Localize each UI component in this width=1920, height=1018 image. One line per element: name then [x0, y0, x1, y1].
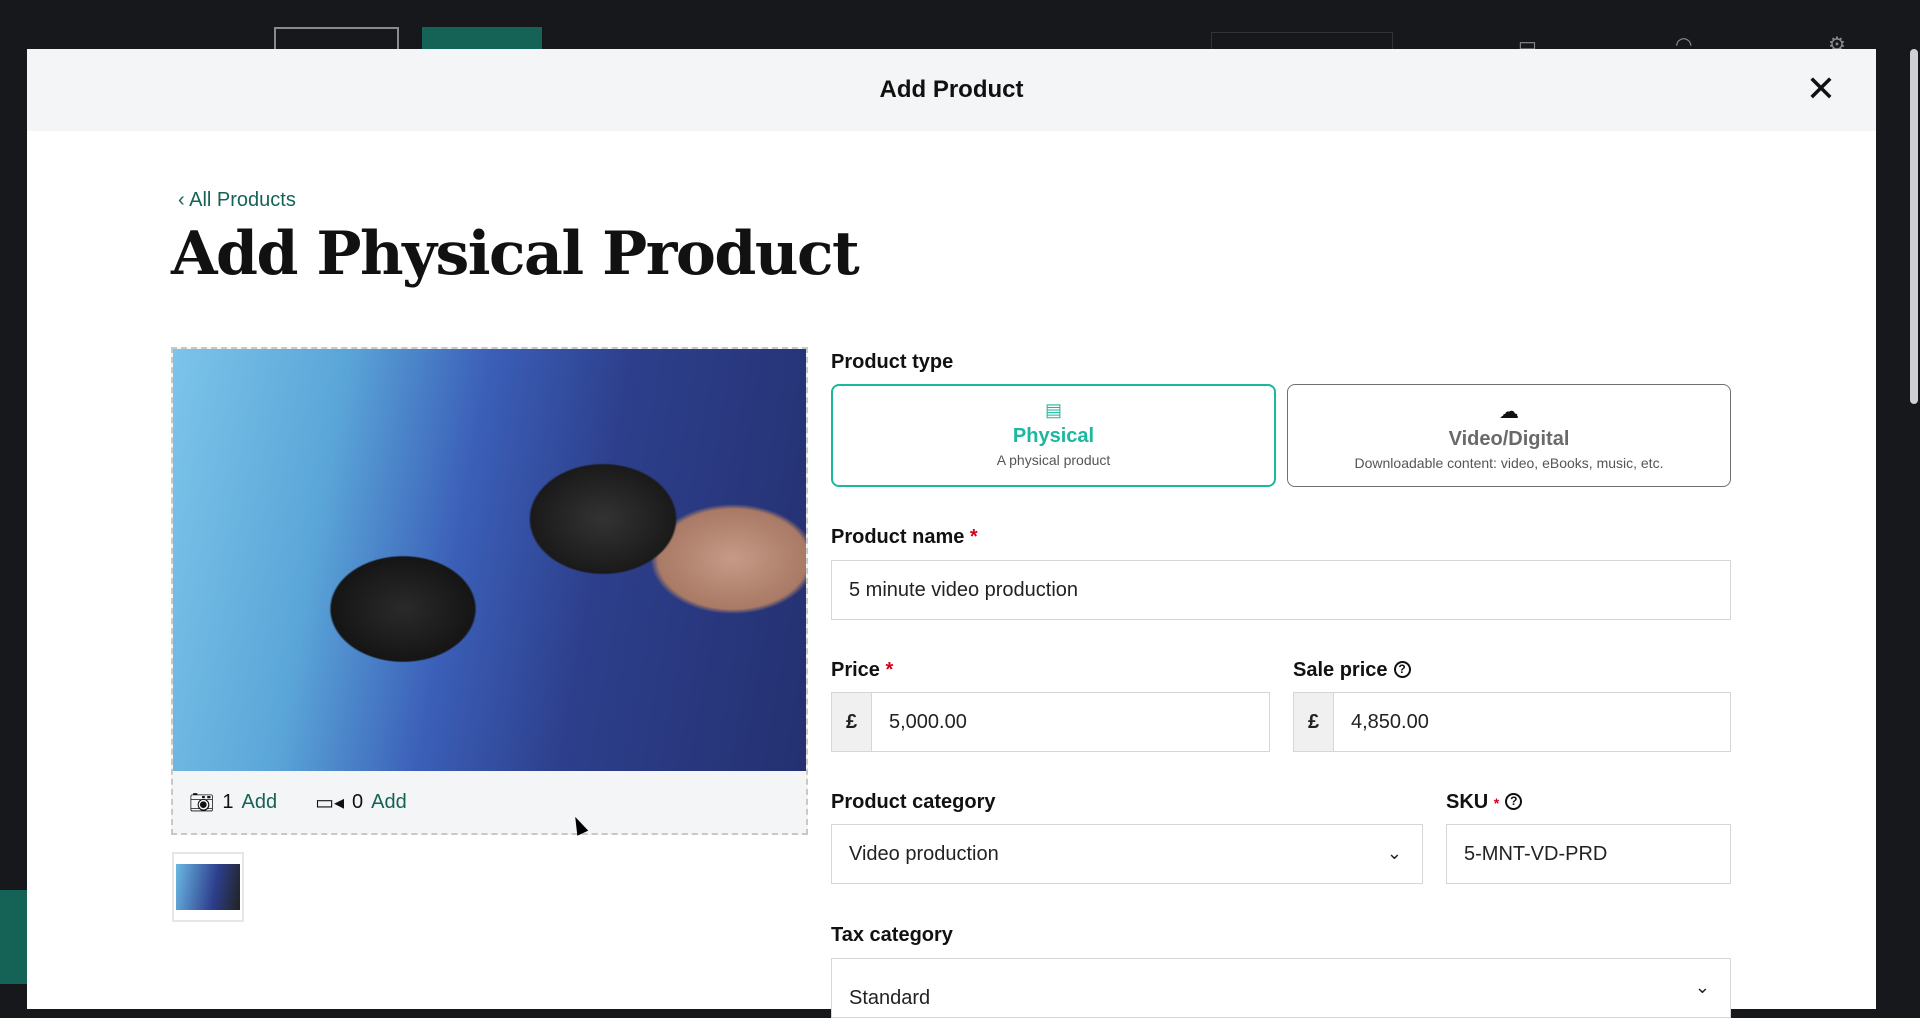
sku-label: SKU *? — [1446, 791, 1523, 814]
tax-category-select[interactable]: Standard ⌄ — [831, 958, 1731, 1018]
help-icon[interactable]: ? — [1393, 661, 1411, 678]
all-products-link[interactable]: ‹ All Products — [178, 189, 296, 212]
product-name-input[interactable]: 5 minute video production — [831, 560, 1731, 620]
type-digital-option[interactable]: ☁ Video/Digital Downloadable content: vi… — [1287, 384, 1731, 487]
photo-thumbnail[interactable] — [172, 852, 244, 922]
store-icon: ▤ — [1044, 400, 1062, 420]
tax-category-label: Tax category — [831, 924, 953, 946]
product-category-label: Product category — [831, 791, 996, 813]
cloud-download-icon: ☁ — [1499, 401, 1519, 423]
add-photo-link[interactable]: Add — [242, 791, 278, 814]
scrollbar[interactable] — [1910, 49, 1918, 404]
currency-prefix: £ — [832, 693, 872, 751]
modal-title: Add Product — [879, 76, 1024, 103]
product-category-select[interactable]: Video production ⌄ — [831, 824, 1423, 884]
media-footer: 📷︎ 1 Add ▭◂ 0 Add — [173, 771, 806, 833]
type-subtitle: Downloadable content: video, eBooks, mus… — [1354, 455, 1664, 471]
sku-input[interactable]: 5-MNT-VD-PRD — [1446, 824, 1731, 884]
video-camera-icon: ▭◂ — [315, 791, 345, 814]
background-sidebar-strip — [0, 890, 27, 984]
photo-count: 1 — [222, 790, 234, 813]
add-video-link[interactable]: Add — [371, 791, 407, 814]
type-subtitle: A physical product — [996, 452, 1111, 468]
page-title: Add Physical Product — [171, 219, 860, 289]
chevron-down-icon: ⌄ — [1694, 977, 1710, 997]
product-photo — [173, 349, 806, 771]
video-count: 0 — [352, 790, 364, 813]
price-input[interactable]: £5,000.00 — [831, 692, 1270, 752]
close-icon[interactable]: ✕ — [1806, 71, 1836, 107]
sale-price-input[interactable]: £4,850.00 — [1293, 692, 1731, 752]
modal-header: Add Product ✕ — [27, 49, 1876, 131]
media-dropzone[interactable]: 📷︎ 1 Add ▭◂ 0 Add — [171, 347, 808, 835]
type-title: Physical — [1012, 425, 1095, 447]
help-icon[interactable]: ? — [1505, 793, 1523, 810]
sale-price-label: Sale price? — [1293, 659, 1411, 682]
currency-prefix: £ — [1294, 693, 1334, 751]
product-name-label: Product name * — [831, 526, 978, 548]
type-physical-option[interactable]: ▤ Physical A physical product — [831, 384, 1276, 487]
type-title: Video/Digital — [1448, 428, 1570, 450]
add-product-modal: Add Product ✕ ‹ All Products Add Physica… — [27, 49, 1876, 1018]
camera-icon: 📷︎ — [189, 791, 215, 814]
price-label: Price * — [831, 659, 894, 681]
chevron-down-icon: ⌄ — [1386, 843, 1402, 863]
product-type-label: Product type — [831, 351, 954, 373]
